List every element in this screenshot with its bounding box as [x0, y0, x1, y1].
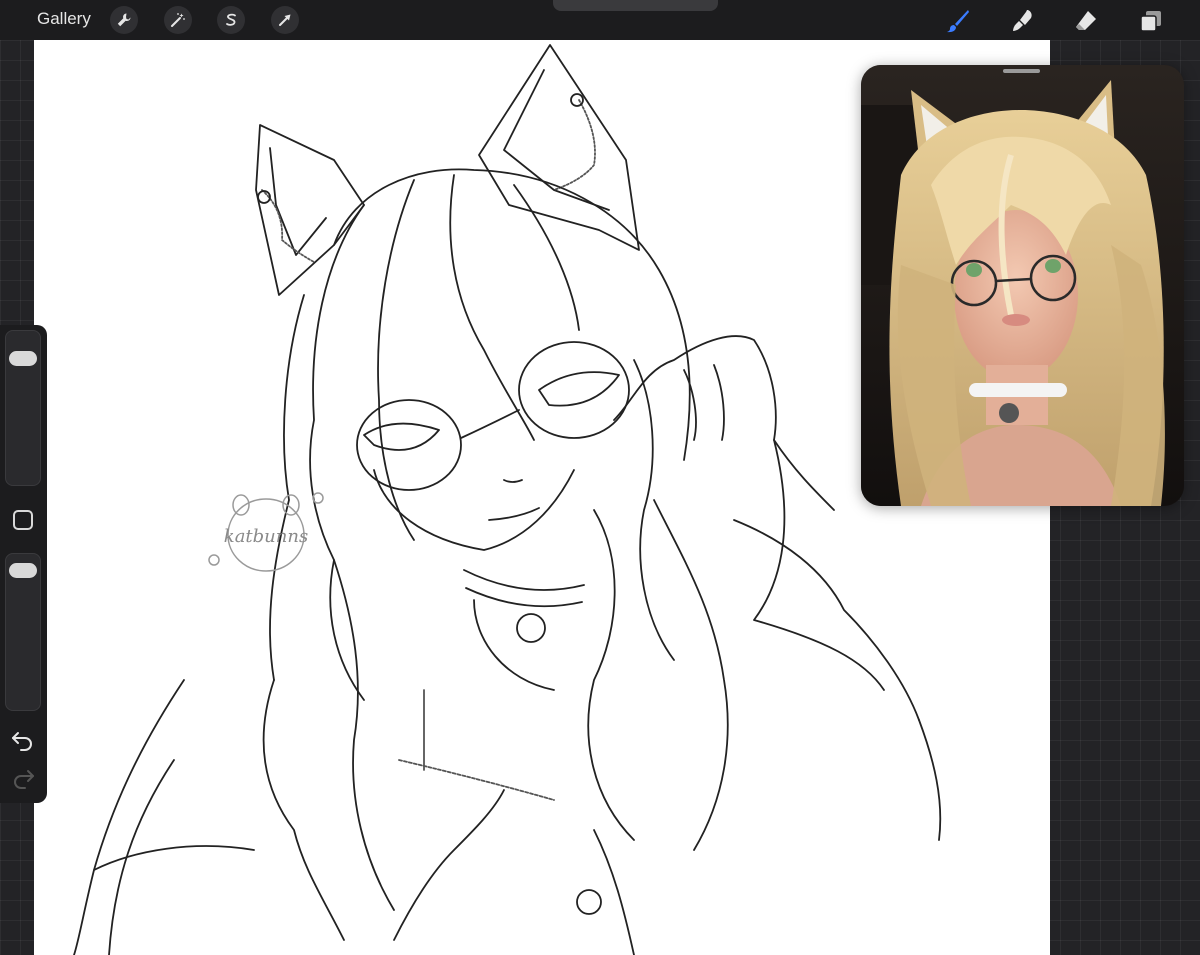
reference-drag-handle[interactable]	[1003, 69, 1040, 73]
brush-size-slider[interactable]	[5, 330, 41, 486]
gallery-button[interactable]: Gallery	[37, 9, 91, 29]
reference-image-panel[interactable]	[861, 65, 1184, 506]
wrench-icon	[117, 13, 131, 27]
brush-icon	[947, 10, 969, 33]
watermark-text: katbunns	[224, 526, 308, 547]
brush-tool[interactable]	[943, 6, 973, 36]
actions-button[interactable]	[110, 6, 138, 34]
undo-icon[interactable]	[11, 729, 35, 751]
top-drag-handle[interactable]	[553, 0, 718, 11]
smudge-icon	[1013, 10, 1032, 31]
smudge-tool[interactable]	[1008, 6, 1038, 36]
arrow-cursor-icon	[279, 14, 291, 26]
selection-button[interactable]	[217, 6, 245, 34]
redo-icon[interactable]	[11, 767, 35, 789]
reference-photo	[861, 65, 1184, 506]
layers-tool[interactable]	[1136, 6, 1166, 36]
top-toolbar: Gallery	[0, 0, 1200, 40]
watermark-logo: katbunns	[208, 492, 324, 572]
adjustments-button[interactable]	[164, 6, 192, 34]
left-sidebar	[0, 325, 47, 803]
transform-button[interactable]	[271, 6, 299, 34]
eraser-tool[interactable]	[1071, 6, 1101, 36]
selection-s-icon	[226, 13, 236, 26]
opacity-knob[interactable]	[9, 563, 37, 579]
modify-button[interactable]	[13, 510, 33, 530]
eraser-icon	[1076, 11, 1096, 30]
brush-size-knob[interactable]	[9, 350, 37, 366]
layers-icon	[1140, 11, 1161, 32]
opacity-slider[interactable]	[5, 553, 41, 711]
magic-wand-icon	[171, 13, 185, 27]
